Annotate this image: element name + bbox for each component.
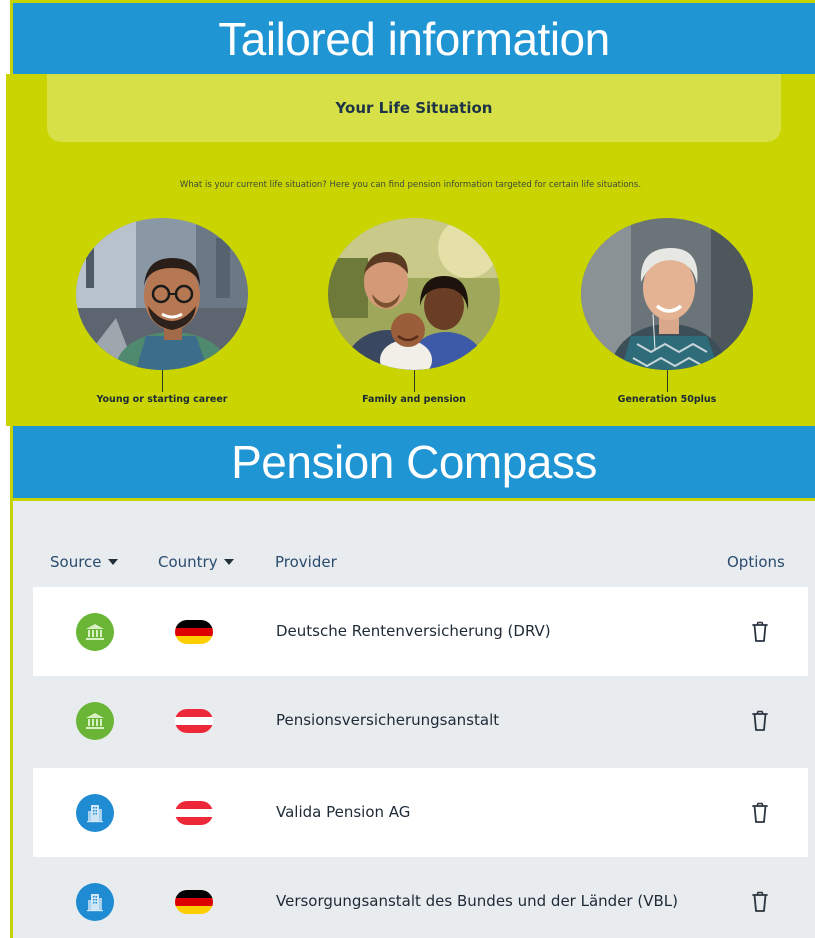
source-header-label: Source [50,553,102,571]
source-filter[interactable]: Source [50,553,118,571]
country-header-label: Country [158,553,218,571]
options-header: Options [727,553,785,571]
trash-icon[interactable] [750,621,770,643]
trash-icon[interactable] [750,802,770,824]
connector-line [667,370,668,392]
trash-icon[interactable] [750,710,770,732]
life-situation-header: Your Life Situation [47,74,781,142]
provider-name: Pensionsversicherungsanstalt [276,711,500,729]
persona-label-young[interactable]: Young or starting career [42,394,282,405]
persona-family-pension[interactable]: Family and pension [294,218,514,418]
caret-down-icon [223,559,234,565]
provider-name: Deutsche Rentenversicherung (DRV) [276,622,551,640]
table-header: Source Country Provider Options [13,553,815,573]
caret-down-icon [107,559,118,565]
family-portrait[interactable] [328,218,500,370]
persona-generation-50plus[interactable]: Generation 50plus [547,218,767,418]
public-institution-icon [76,612,114,651]
company-building-icon [76,882,114,921]
company-building-icon [76,793,114,832]
life-situation-title: Your Life Situation [335,99,493,117]
persona-label-gen50[interactable]: Generation 50plus [547,394,787,405]
pension-compass-panel: Source Country Provider Options Deutsche… [10,498,815,938]
provider-header-label: Provider [275,553,337,571]
trash-icon[interactable] [750,891,770,913]
table-row[interactable]: Valida Pension AG [33,768,808,857]
options-header-label: Options [727,553,785,571]
provider-name: Versorgungsanstalt des Bundes und der Lä… [276,892,678,910]
life-situation-description: What is your current life situation? Her… [179,180,642,190]
germany-flag-icon [175,619,213,644]
pension-compass-banner: Pension Compass [10,426,815,498]
provider-header: Provider [275,553,337,571]
provider-name: Valida Pension AG [276,803,411,821]
older-woman-portrait[interactable] [581,218,753,370]
tailored-information-banner: Tailored information [10,0,815,74]
germany-flag-icon [175,889,213,914]
connector-line [414,370,415,392]
public-institution-icon [76,701,114,740]
austria-flag-icon [175,708,213,733]
table-row[interactable]: Versorgungsanstalt des Bundes und der Lä… [33,857,808,938]
table-row[interactable]: Pensionsversicherungsanstalt [33,676,808,765]
persona-label-family[interactable]: Family and pension [294,394,534,405]
life-situation-panel: Your Life Situation What is your current… [6,74,815,426]
young-man-portrait[interactable] [76,218,248,370]
banner-title: Pension Compass [231,436,597,488]
persona-young-career[interactable]: Young or starting career [42,218,262,418]
austria-flag-icon [175,800,213,825]
banner-title: Tailored information [218,12,610,65]
connector-line [162,370,163,392]
country-filter[interactable]: Country [158,553,234,571]
table-row[interactable]: Deutsche Rentenversicherung (DRV) [33,587,808,676]
